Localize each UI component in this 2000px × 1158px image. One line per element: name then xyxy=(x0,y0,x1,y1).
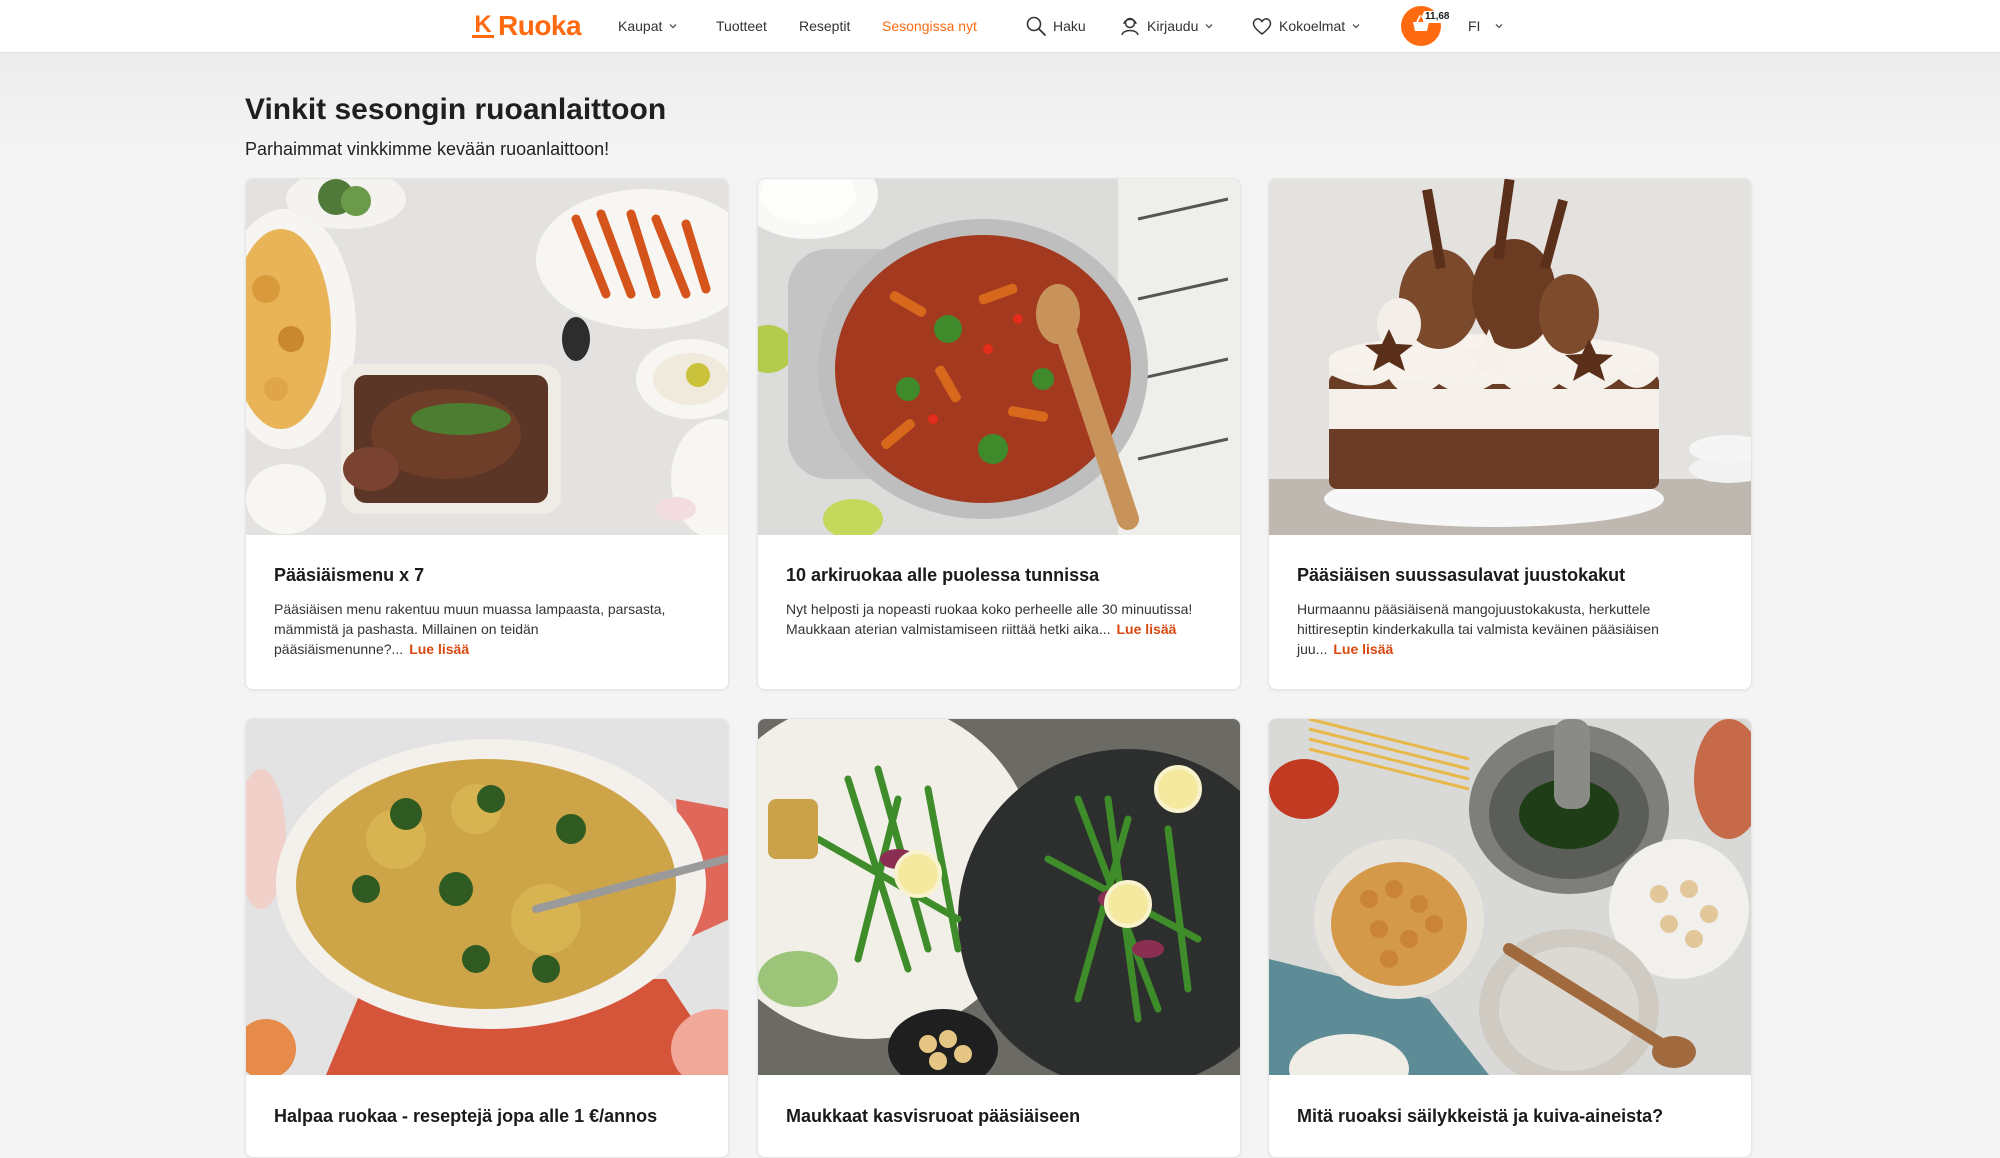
collections-button[interactable]: Kokoelmat xyxy=(1251,0,1361,52)
chocolate-egg-cake-image xyxy=(1269,179,1751,535)
read-more-link[interactable]: Lue lisää xyxy=(1116,621,1176,637)
logo-k-mark: K xyxy=(472,12,494,38)
collections-label: Kokoelmat xyxy=(1279,18,1346,34)
article-card-pantry-food[interactable]: Mitä ruoaksi säilykkeistä ja kuiva-ainei… xyxy=(1268,718,1752,1158)
card-title: Pääsiäismenu x 7 xyxy=(274,565,425,585)
user-icon xyxy=(1119,15,1141,37)
heart-icon xyxy=(1251,15,1273,37)
search-label: Haku xyxy=(1053,18,1086,34)
cart-total-badge: 11,68 xyxy=(1423,11,1452,23)
article-card-easter-menu[interactable]: Pääsiäismenu x 7 Pääsiäisen menu rakentu… xyxy=(245,178,729,690)
card-excerpt: Nyt helposti ja nopeasti ruokaa koko per… xyxy=(786,599,1212,639)
card-title: Maukkaat kasvisruoat pääsiäiseen xyxy=(786,1106,1081,1126)
chevron-down-icon xyxy=(668,21,678,31)
rice-casserole-image xyxy=(246,719,728,1075)
nav-tuotteet[interactable]: Tuotteet xyxy=(716,0,767,52)
logo-wordmark: Ruoka xyxy=(498,10,582,41)
top-navigation-bar: K Ruoka Kaupat Tuotteet Reseptit Sesongi… xyxy=(0,0,2000,53)
chevron-down-icon xyxy=(1204,21,1214,31)
easter-lamb-dinner-image xyxy=(246,179,728,535)
card-excerpt: Pääsiäisen menu rakentuu muun muassa lam… xyxy=(274,599,700,659)
nav-kaupat[interactable]: Kaupat xyxy=(618,0,678,52)
article-card-quick-meals[interactable]: 10 arkiruokaa alle puolessa tunnissa Nyt… xyxy=(757,178,1241,690)
card-excerpt: Hurmaannu pääsiäisenä mangojuustokakusta… xyxy=(1297,599,1723,659)
page-title: Vinkit sesongin ruoanlaittoon xyxy=(245,93,667,126)
nav-reseptit-label: Reseptit xyxy=(799,18,851,34)
login-label: Kirjaudu xyxy=(1147,18,1199,34)
card-title: 10 arkiruokaa alle puolessa tunnissa xyxy=(786,565,1100,585)
article-card-cheap-food[interactable]: Halpaa ruokaa - reseptejä jopa alle 1 €/… xyxy=(245,718,729,1158)
nav-sesongissa-nyt-label: Sesongissa nyt xyxy=(882,18,977,34)
read-more-link[interactable]: Lue lisää xyxy=(409,641,469,657)
article-card-vegetarian-easter[interactable]: Maukkaat kasvisruoat pääsiäiseen xyxy=(757,718,1241,1158)
card-excerpt-text: Pääsiäisen menu rakentuu muun muassa lam… xyxy=(274,601,666,657)
chickpeas-pantry-image xyxy=(1269,719,1751,1075)
nav-reseptit[interactable]: Reseptit xyxy=(799,0,850,52)
read-more-link[interactable]: Lue lisää xyxy=(1333,641,1393,657)
card-title: Halpaa ruokaa - reseptejä jopa alle 1 €/… xyxy=(274,1106,658,1126)
article-card-cheesecakes[interactable]: Pääsiäisen suussasulavat juustokakut Hur… xyxy=(1268,178,1752,690)
login-button[interactable]: Kirjaudu xyxy=(1119,0,1214,52)
language-selector[interactable]: FI xyxy=(1468,0,1504,52)
chevron-down-icon xyxy=(1494,21,1504,31)
pasta-pot-image xyxy=(758,179,1240,535)
search-icon xyxy=(1025,15,1047,37)
page-subtitle: Parhaimmat vinkkimme kevään ruoanlaittoo… xyxy=(245,139,610,159)
nav-sesongissa-nyt[interactable]: Sesongissa nyt xyxy=(882,0,977,52)
card-title: Pääsiäisen suussasulavat juustokakut xyxy=(1297,565,1626,585)
nav-kaupat-label: Kaupat xyxy=(618,18,663,34)
green-bean-salad-image xyxy=(758,719,1240,1075)
k-ruoka-logo[interactable]: K Ruoka xyxy=(472,10,582,42)
chevron-down-icon xyxy=(1351,21,1361,31)
nav-tuotteet-label: Tuotteet xyxy=(716,18,767,34)
search-button[interactable]: Haku xyxy=(1025,0,1086,52)
card-title: Mitä ruoaksi säilykkeistä ja kuiva-ainei… xyxy=(1297,1106,1664,1126)
language-label: FI xyxy=(1468,18,1481,34)
